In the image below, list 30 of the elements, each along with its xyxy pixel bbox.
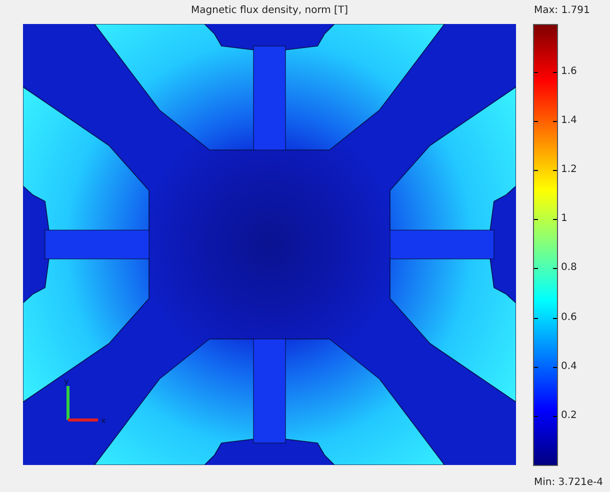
tick-mark [534, 219, 538, 220]
tick-mark [553, 318, 557, 319]
tick-mark [534, 366, 538, 368]
tick-mark [534, 170, 538, 172]
axis-label: x [101, 416, 106, 425]
tick-mark [553, 72, 557, 73]
tick-mark [553, 268, 557, 270]
min-label: Min: 3.721e-4 [534, 477, 604, 488]
axis-label: y [64, 377, 69, 386]
tick-mark [534, 72, 538, 73]
tick-label: 0.6 [561, 310, 577, 324]
plot-title: Magnetic flux density, norm [T] [191, 4, 348, 18]
tick-label: 1 [561, 212, 568, 226]
tick-label: 0.2 [561, 408, 577, 422]
tick-mark [534, 416, 538, 417]
tick-mark [553, 416, 557, 417]
tick-mark [534, 318, 538, 319]
max-label: Max: 1.791 [534, 4, 591, 18]
tick-label: 1.6 [561, 64, 577, 78]
tick-mark [553, 121, 557, 122]
tick-label: 0.4 [561, 360, 577, 373]
tick-mark [534, 121, 538, 122]
tick-label: 1.2 [561, 163, 577, 176]
tick-mark [553, 366, 557, 368]
tick-mark [553, 219, 557, 220]
axis-triad-icon [66, 386, 98, 422]
tick-mark [534, 268, 538, 270]
tick-label: 0.8 [561, 261, 577, 274]
tick-mark [553, 170, 557, 172]
tick-label: 1.4 [561, 114, 577, 128]
